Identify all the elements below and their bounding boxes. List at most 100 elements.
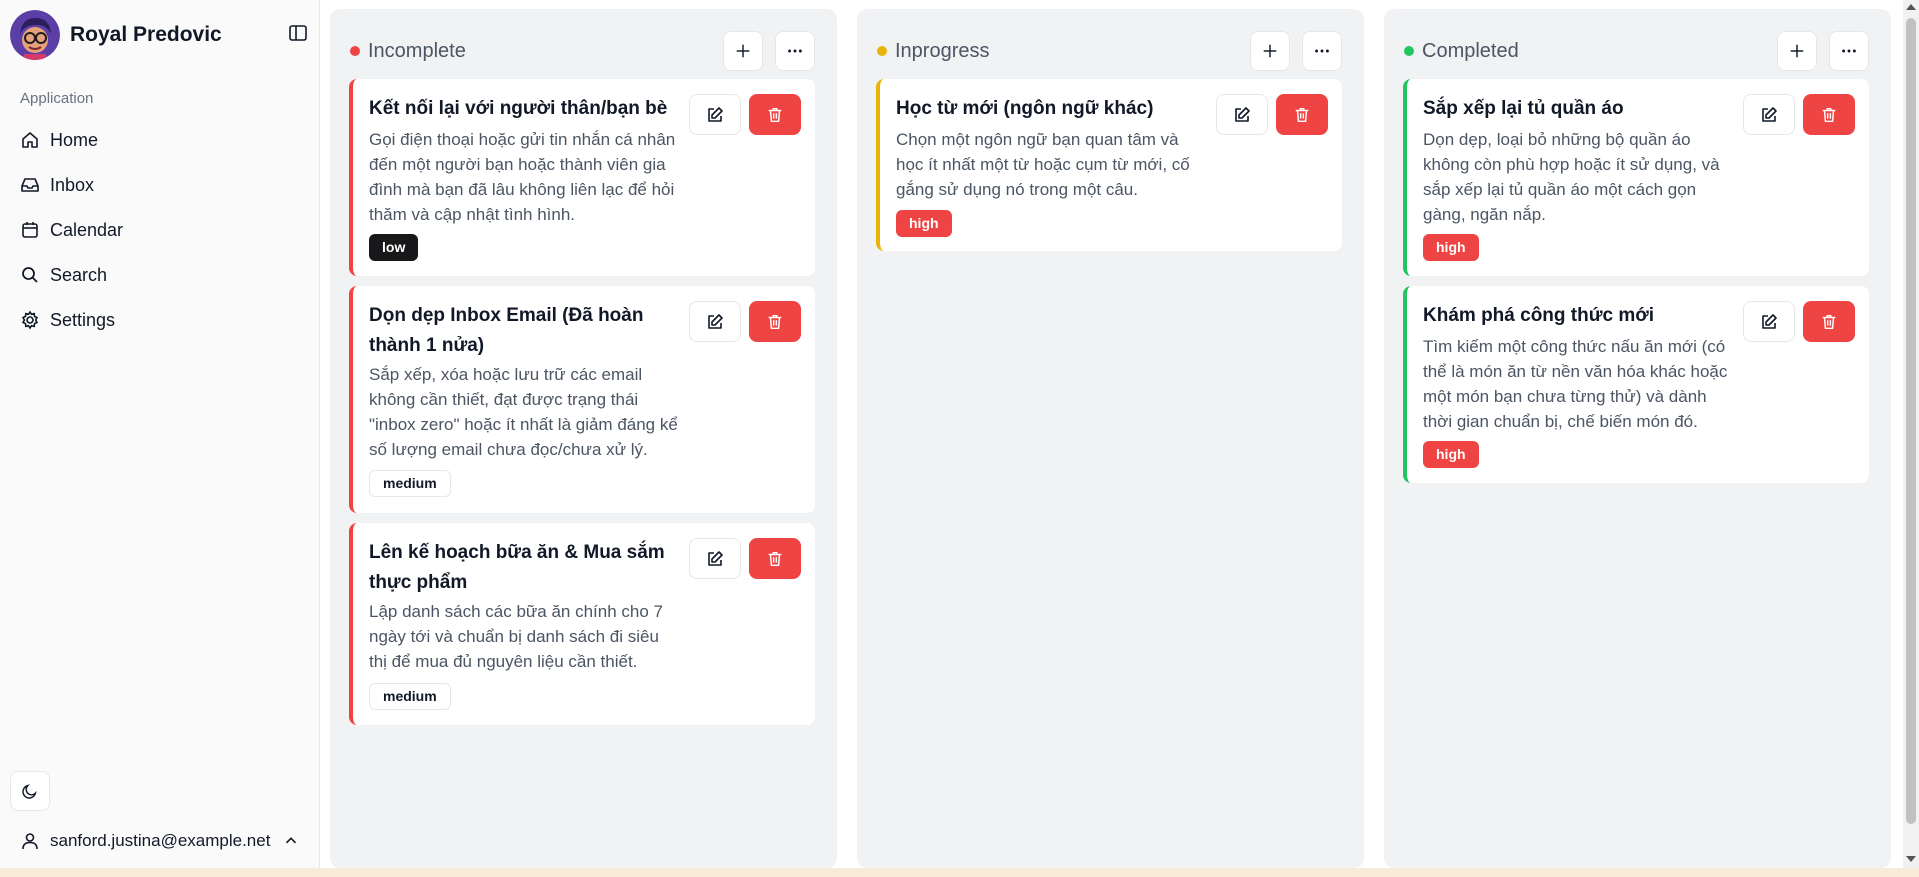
card-description: Sắp xếp, xóa hoặc lưu trữ các email khôn…	[369, 365, 678, 459]
column-title: Completed	[1422, 40, 1519, 62]
more-horizontal-icon	[1842, 49, 1856, 53]
task-card[interactable]: Kết nối lại với người thân/bạn bè Gọi đi…	[349, 79, 815, 276]
priority-badge: high	[1423, 441, 1479, 468]
card-description: Tìm kiếm một công thức nấu ăn mới (có th…	[1423, 337, 1728, 431]
plus-icon	[1790, 44, 1804, 58]
card-title: Học từ mới (ngôn ngữ khác)	[896, 98, 1154, 119]
inbox-icon	[21, 178, 39, 192]
delete-button[interactable]	[749, 301, 801, 342]
avatar	[10, 10, 60, 60]
delete-button[interactable]	[1803, 94, 1855, 135]
column-header: Incomplete	[348, 31, 819, 71]
edit-button[interactable]	[1216, 94, 1268, 135]
task-card[interactable]: Khám phá công thức mới Tìm kiếm một công…	[1403, 286, 1869, 483]
sidebar-item-settings[interactable]: Settings	[10, 302, 310, 338]
plus-icon	[1263, 44, 1277, 58]
task-card[interactable]: Dọn dẹp Inbox Email (Đã hoàn thành 1 nửa…	[349, 286, 815, 513]
task-card[interactable]: Lên kế hoạch bữa ăn & Mua sắm thực phẩm …	[349, 523, 815, 725]
home-icon	[22, 132, 38, 148]
sidebar-item-home[interactable]: Home	[10, 122, 310, 158]
trash-icon	[768, 551, 782, 566]
status-dot	[1404, 46, 1414, 56]
bottom-strip	[0, 868, 1919, 877]
column-more-button[interactable]	[775, 31, 815, 71]
edit-icon	[1235, 106, 1250, 122]
edit-button[interactable]	[1743, 94, 1795, 135]
profile-name: Royal Predovic	[70, 23, 222, 46]
column-completed: Completed Sắp xếp lại tủ quần áo Dọn dẹp…	[1384, 9, 1891, 868]
status-dot	[877, 46, 887, 56]
edit-icon	[708, 106, 723, 122]
sidebar-item-label: Home	[50, 129, 99, 150]
card-title: Dọn dẹp Inbox Email (Đã hoàn thành 1 nửa…	[369, 305, 644, 356]
priority-badge: medium	[369, 683, 451, 710]
task-card[interactable]: Học từ mới (ngôn ngữ khác) Chọn một ngôn…	[876, 79, 1342, 251]
trash-icon	[768, 314, 782, 329]
card-description: Gọi điện thoại hoặc gửi tin nhắn cá nhân…	[369, 130, 676, 224]
edit-button[interactable]	[689, 301, 741, 342]
column-more-button[interactable]	[1302, 31, 1342, 71]
delete-button[interactable]	[749, 94, 801, 135]
scroll-up-arrow-icon[interactable]	[1906, 4, 1916, 10]
edit-icon	[1762, 106, 1777, 122]
more-horizontal-icon	[1315, 49, 1329, 53]
section-label: Application	[20, 90, 94, 107]
gear-icon	[21, 310, 39, 330]
column-incomplete: Incomplete Kết nối lại với người thân/bạ…	[330, 9, 837, 868]
edit-icon	[708, 313, 723, 329]
card-description: Dọn dẹp, loại bỏ những bộ quần áo không …	[1423, 130, 1720, 224]
edit-icon	[1762, 313, 1777, 329]
delete-button[interactable]	[749, 538, 801, 579]
add-card-button[interactable]	[723, 31, 763, 71]
priority-badge: medium	[369, 470, 451, 497]
sidebar-item-inbox[interactable]: Inbox	[10, 167, 310, 203]
sidebar-nav: Home Inbox Calendar Search Settings	[10, 122, 310, 347]
sidebar-item-label: Calendar	[50, 219, 124, 240]
column-title: Inprogress	[895, 40, 990, 62]
user-menu[interactable]: sanford.justina@example.net	[10, 823, 310, 859]
sidebar: Royal Predovic Application Home Inbox Ca…	[0, 0, 320, 868]
column-title: Incomplete	[368, 40, 466, 62]
column-header: Inprogress	[875, 31, 1346, 71]
delete-button[interactable]	[1803, 301, 1855, 342]
priority-badge: high	[1423, 234, 1479, 261]
status-dot	[350, 46, 360, 56]
scroll-thumb[interactable]	[1906, 18, 1916, 824]
sidebar-item-calendar[interactable]: Calendar	[10, 212, 310, 248]
page-scrollbar[interactable]	[1903, 0, 1919, 868]
column-inprogress: Inprogress Học từ mới (ngôn ngữ khác) Ch…	[857, 9, 1364, 868]
theme-toggle-button[interactable]	[10, 771, 50, 811]
add-card-button[interactable]	[1250, 31, 1290, 71]
card-title: Kết nối lại với người thân/bạn bè	[369, 98, 668, 119]
priority-badge: low	[369, 234, 419, 261]
trash-icon	[1822, 314, 1836, 329]
more-horizontal-icon	[788, 49, 802, 53]
column-header: Completed	[1402, 31, 1873, 71]
scroll-down-arrow-icon[interactable]	[1906, 856, 1916, 862]
moon-icon	[22, 784, 37, 799]
sidebar-item-label: Inbox	[50, 174, 95, 195]
sidebar-item-label: Search	[50, 264, 108, 285]
edit-button[interactable]	[689, 94, 741, 135]
priority-badge: high	[896, 210, 952, 237]
edit-button[interactable]	[1743, 301, 1795, 342]
user-email: sanford.justina@example.net	[50, 831, 271, 850]
trash-icon	[1822, 107, 1836, 122]
edit-button[interactable]	[689, 538, 741, 579]
trash-icon	[1295, 107, 1309, 122]
column-more-button[interactable]	[1829, 31, 1869, 71]
card-title: Lên kế hoạch bữa ăn & Mua sắm thực phẩm	[369, 542, 665, 593]
search-icon	[22, 267, 38, 283]
sidebar-item-search[interactable]: Search	[10, 257, 310, 293]
card-title: Sắp xếp lại tủ quần áo	[1423, 98, 1624, 119]
delete-button[interactable]	[1276, 94, 1328, 135]
sidebar-toggle-icon[interactable]	[288, 23, 308, 43]
task-card[interactable]: Sắp xếp lại tủ quần áo Dọn dẹp, loại bỏ …	[1403, 79, 1869, 276]
sidebar-item-label: Settings	[50, 309, 116, 330]
add-card-button[interactable]	[1777, 31, 1817, 71]
plus-icon	[736, 44, 750, 58]
chevron-up-icon	[285, 837, 297, 844]
card-description: Lập danh sách các bữa ăn chính cho 7 ngà…	[369, 602, 663, 671]
profile-header[interactable]: Royal Predovic	[10, 10, 222, 60]
edit-icon	[708, 550, 723, 566]
